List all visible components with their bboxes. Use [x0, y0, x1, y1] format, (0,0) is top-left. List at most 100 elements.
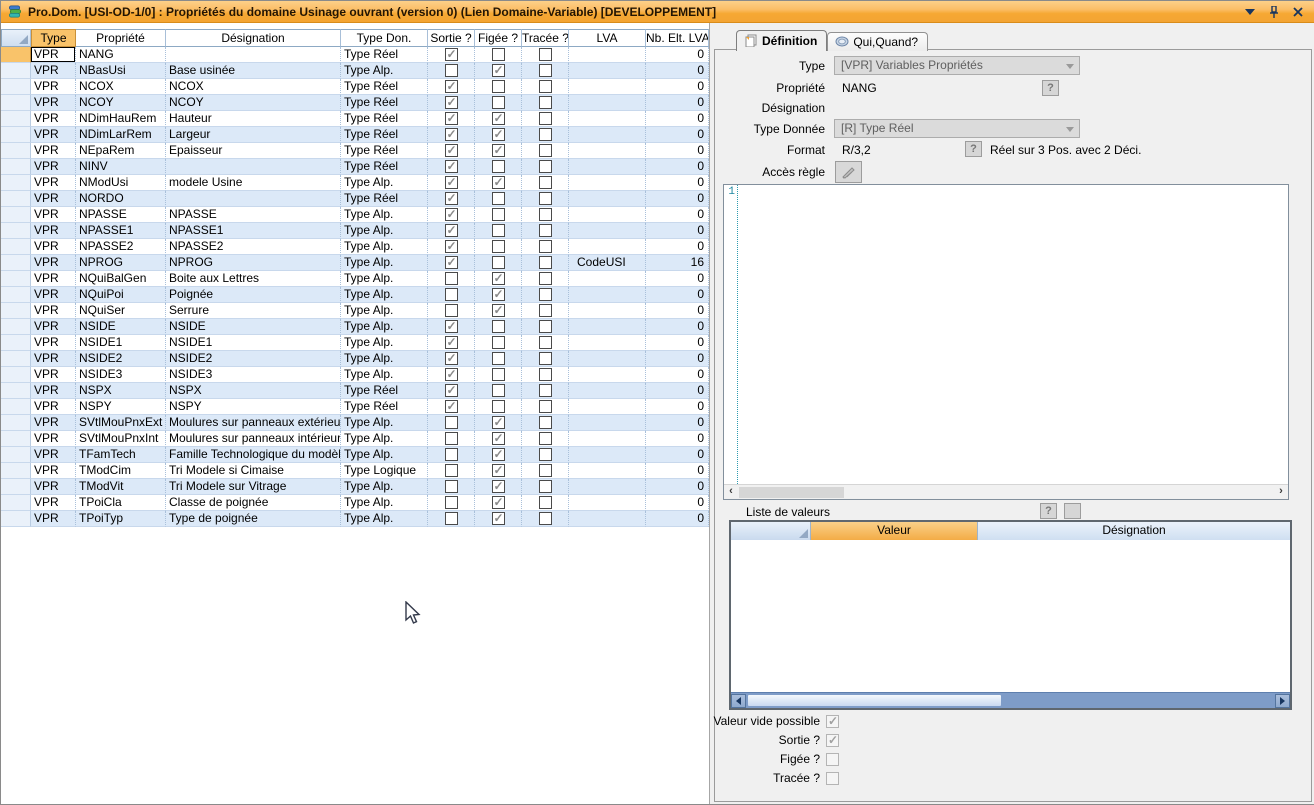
rule-editor-body[interactable]: 1 [724, 185, 1288, 484]
checkbox-figee[interactable] [492, 112, 505, 125]
cell-nb-elt-lva[interactable]: 0 [646, 143, 709, 159]
checkbox-sortie[interactable] [445, 160, 458, 173]
cell-propriete[interactable]: NSIDE2 [76, 351, 166, 367]
checkbox-tracee[interactable] [539, 336, 552, 349]
cell-type-don[interactable]: Type Alp. [341, 447, 428, 463]
cell-nb-elt-lva[interactable]: 0 [646, 383, 709, 399]
checkbox-sortie-cell[interactable] [428, 191, 475, 207]
checkbox-figee[interactable] [492, 384, 505, 397]
checkbox-sortie-cell[interactable] [428, 79, 475, 95]
valeur-vide-possible-checkbox[interactable] [826, 715, 839, 728]
cell-designation[interactable]: NSPY [166, 399, 341, 415]
checkbox-sortie[interactable] [445, 240, 458, 253]
cell-type-don[interactable]: Type Alp. [341, 511, 428, 527]
cell-type-don[interactable]: Type Alp. [341, 239, 428, 255]
cell-designation[interactable]: Type de poignée [166, 511, 341, 527]
table-row[interactable]: VPRNQuiSerSerrureType Alp.0 [1, 303, 709, 319]
checkbox-sortie[interactable] [445, 272, 458, 285]
cell-lva[interactable] [569, 479, 646, 495]
cell-type[interactable]: VPR [31, 447, 76, 463]
cell-type[interactable]: VPR [31, 191, 76, 207]
cell-nb-elt-lva[interactable]: 0 [646, 463, 709, 479]
checkbox-tracee[interactable] [539, 304, 552, 317]
cell-lva[interactable] [569, 335, 646, 351]
cell-nb-elt-lva[interactable]: 0 [646, 431, 709, 447]
cell-lva[interactable] [569, 463, 646, 479]
type-dropdown[interactable]: [VPR] Variables Propriétés [834, 56, 1080, 75]
checkbox-sortie[interactable] [445, 352, 458, 365]
checkbox-sortie-cell[interactable] [428, 271, 475, 287]
checkbox-tracee-cell[interactable] [522, 495, 569, 511]
close-button[interactable] [1291, 5, 1305, 19]
row-selector[interactable] [1, 399, 31, 415]
liste-hscrollbar-thumb[interactable] [747, 694, 1002, 707]
checkbox-figee[interactable] [492, 224, 505, 237]
cell-nb-elt-lva[interactable]: 0 [646, 159, 709, 175]
row-selector[interactable] [1, 431, 31, 447]
checkbox-figee-cell[interactable] [475, 335, 522, 351]
checkbox-tracee[interactable] [539, 496, 552, 509]
checkbox-tracee[interactable] [539, 144, 552, 157]
cell-type-don[interactable]: Type Réel [341, 191, 428, 207]
cell-type-don[interactable]: Type Réel [341, 95, 428, 111]
column-header-tracee[interactable]: Tracée ? [522, 29, 569, 47]
cell-type-don[interactable]: Type Réel [341, 383, 428, 399]
cell-type[interactable]: VPR [31, 47, 76, 63]
checkbox-tracee[interactable] [539, 256, 552, 269]
row-selector[interactable] [1, 223, 31, 239]
checkbox-tracee-cell[interactable] [522, 63, 569, 79]
checkbox-figee[interactable] [492, 464, 505, 477]
checkbox-tracee-cell[interactable] [522, 255, 569, 271]
liste-hscrollbar[interactable] [731, 692, 1290, 708]
cell-propriete[interactable]: TFamTech [76, 447, 166, 463]
checkbox-tracee[interactable] [539, 320, 552, 333]
table-row[interactable]: VPRNINVType Réel0 [1, 159, 709, 175]
cell-designation[interactable]: Base usinée [166, 63, 341, 79]
checkbox-tracee[interactable] [539, 416, 552, 429]
scroll-left-icon[interactable]: ‹ [724, 485, 738, 499]
table-row[interactable]: VPRNPASSE2NPASSE2Type Alp.0 [1, 239, 709, 255]
cell-designation[interactable]: Classe de poignée [166, 495, 341, 511]
column-header-propriete[interactable]: Propriété [76, 29, 166, 47]
cell-designation[interactable]: Serrure [166, 303, 341, 319]
checkbox-tracee-cell[interactable] [522, 303, 569, 319]
checkbox-sortie-cell[interactable] [428, 447, 475, 463]
row-selector[interactable] [1, 367, 31, 383]
checkbox-tracee-cell[interactable] [522, 79, 569, 95]
checkbox-figee-cell[interactable] [475, 127, 522, 143]
table-row[interactable]: VPRNPASSENPASSEType Alp.0 [1, 207, 709, 223]
cell-propriete[interactable]: NBasUsi [76, 63, 166, 79]
cell-type-don[interactable]: Type Réel [341, 159, 428, 175]
checkbox-sortie-cell[interactable] [428, 63, 475, 79]
cell-nb-elt-lva[interactable]: 0 [646, 95, 709, 111]
checkbox-tracee-cell[interactable] [522, 47, 569, 63]
cell-type[interactable]: VPR [31, 415, 76, 431]
table-row[interactable]: VPRNBasUsiBase usinéeType Alp.0 [1, 63, 709, 79]
cell-lva[interactable] [569, 367, 646, 383]
cell-nb-elt-lva[interactable]: 0 [646, 111, 709, 127]
checkbox-figee[interactable] [492, 352, 505, 365]
cell-nb-elt-lva[interactable]: 0 [646, 447, 709, 463]
checkbox-tracee-cell[interactable] [522, 175, 569, 191]
checkbox-sortie-cell[interactable] [428, 415, 475, 431]
checkbox-figee[interactable] [492, 256, 505, 269]
checkbox-tracee[interactable] [539, 272, 552, 285]
cell-type-don[interactable]: Type Réel [341, 399, 428, 415]
row-selector[interactable] [1, 79, 31, 95]
cell-designation[interactable]: Boite aux Lettres [166, 271, 341, 287]
checkbox-tracee-cell[interactable] [522, 239, 569, 255]
tab-qui-quand[interactable]: Qui,Quand? [827, 32, 928, 51]
checkbox-sortie[interactable] [445, 128, 458, 141]
cell-propriete[interactable]: NSIDE1 [76, 335, 166, 351]
checkbox-sortie[interactable] [445, 448, 458, 461]
checkbox-sortie[interactable] [445, 400, 458, 413]
checkbox-figee-cell[interactable] [475, 511, 522, 527]
checkbox-tracee[interactable] [539, 480, 552, 493]
table-row[interactable]: VPRTModCimTri Modele si CimaiseType Logi… [1, 463, 709, 479]
cell-type[interactable]: VPR [31, 431, 76, 447]
cell-type-don[interactable]: Type Alp. [341, 207, 428, 223]
cell-designation[interactable]: NPROG [166, 255, 341, 271]
cell-lva[interactable] [569, 287, 646, 303]
checkbox-tracee[interactable] [539, 192, 552, 205]
rule-editor-text[interactable] [738, 185, 1288, 484]
